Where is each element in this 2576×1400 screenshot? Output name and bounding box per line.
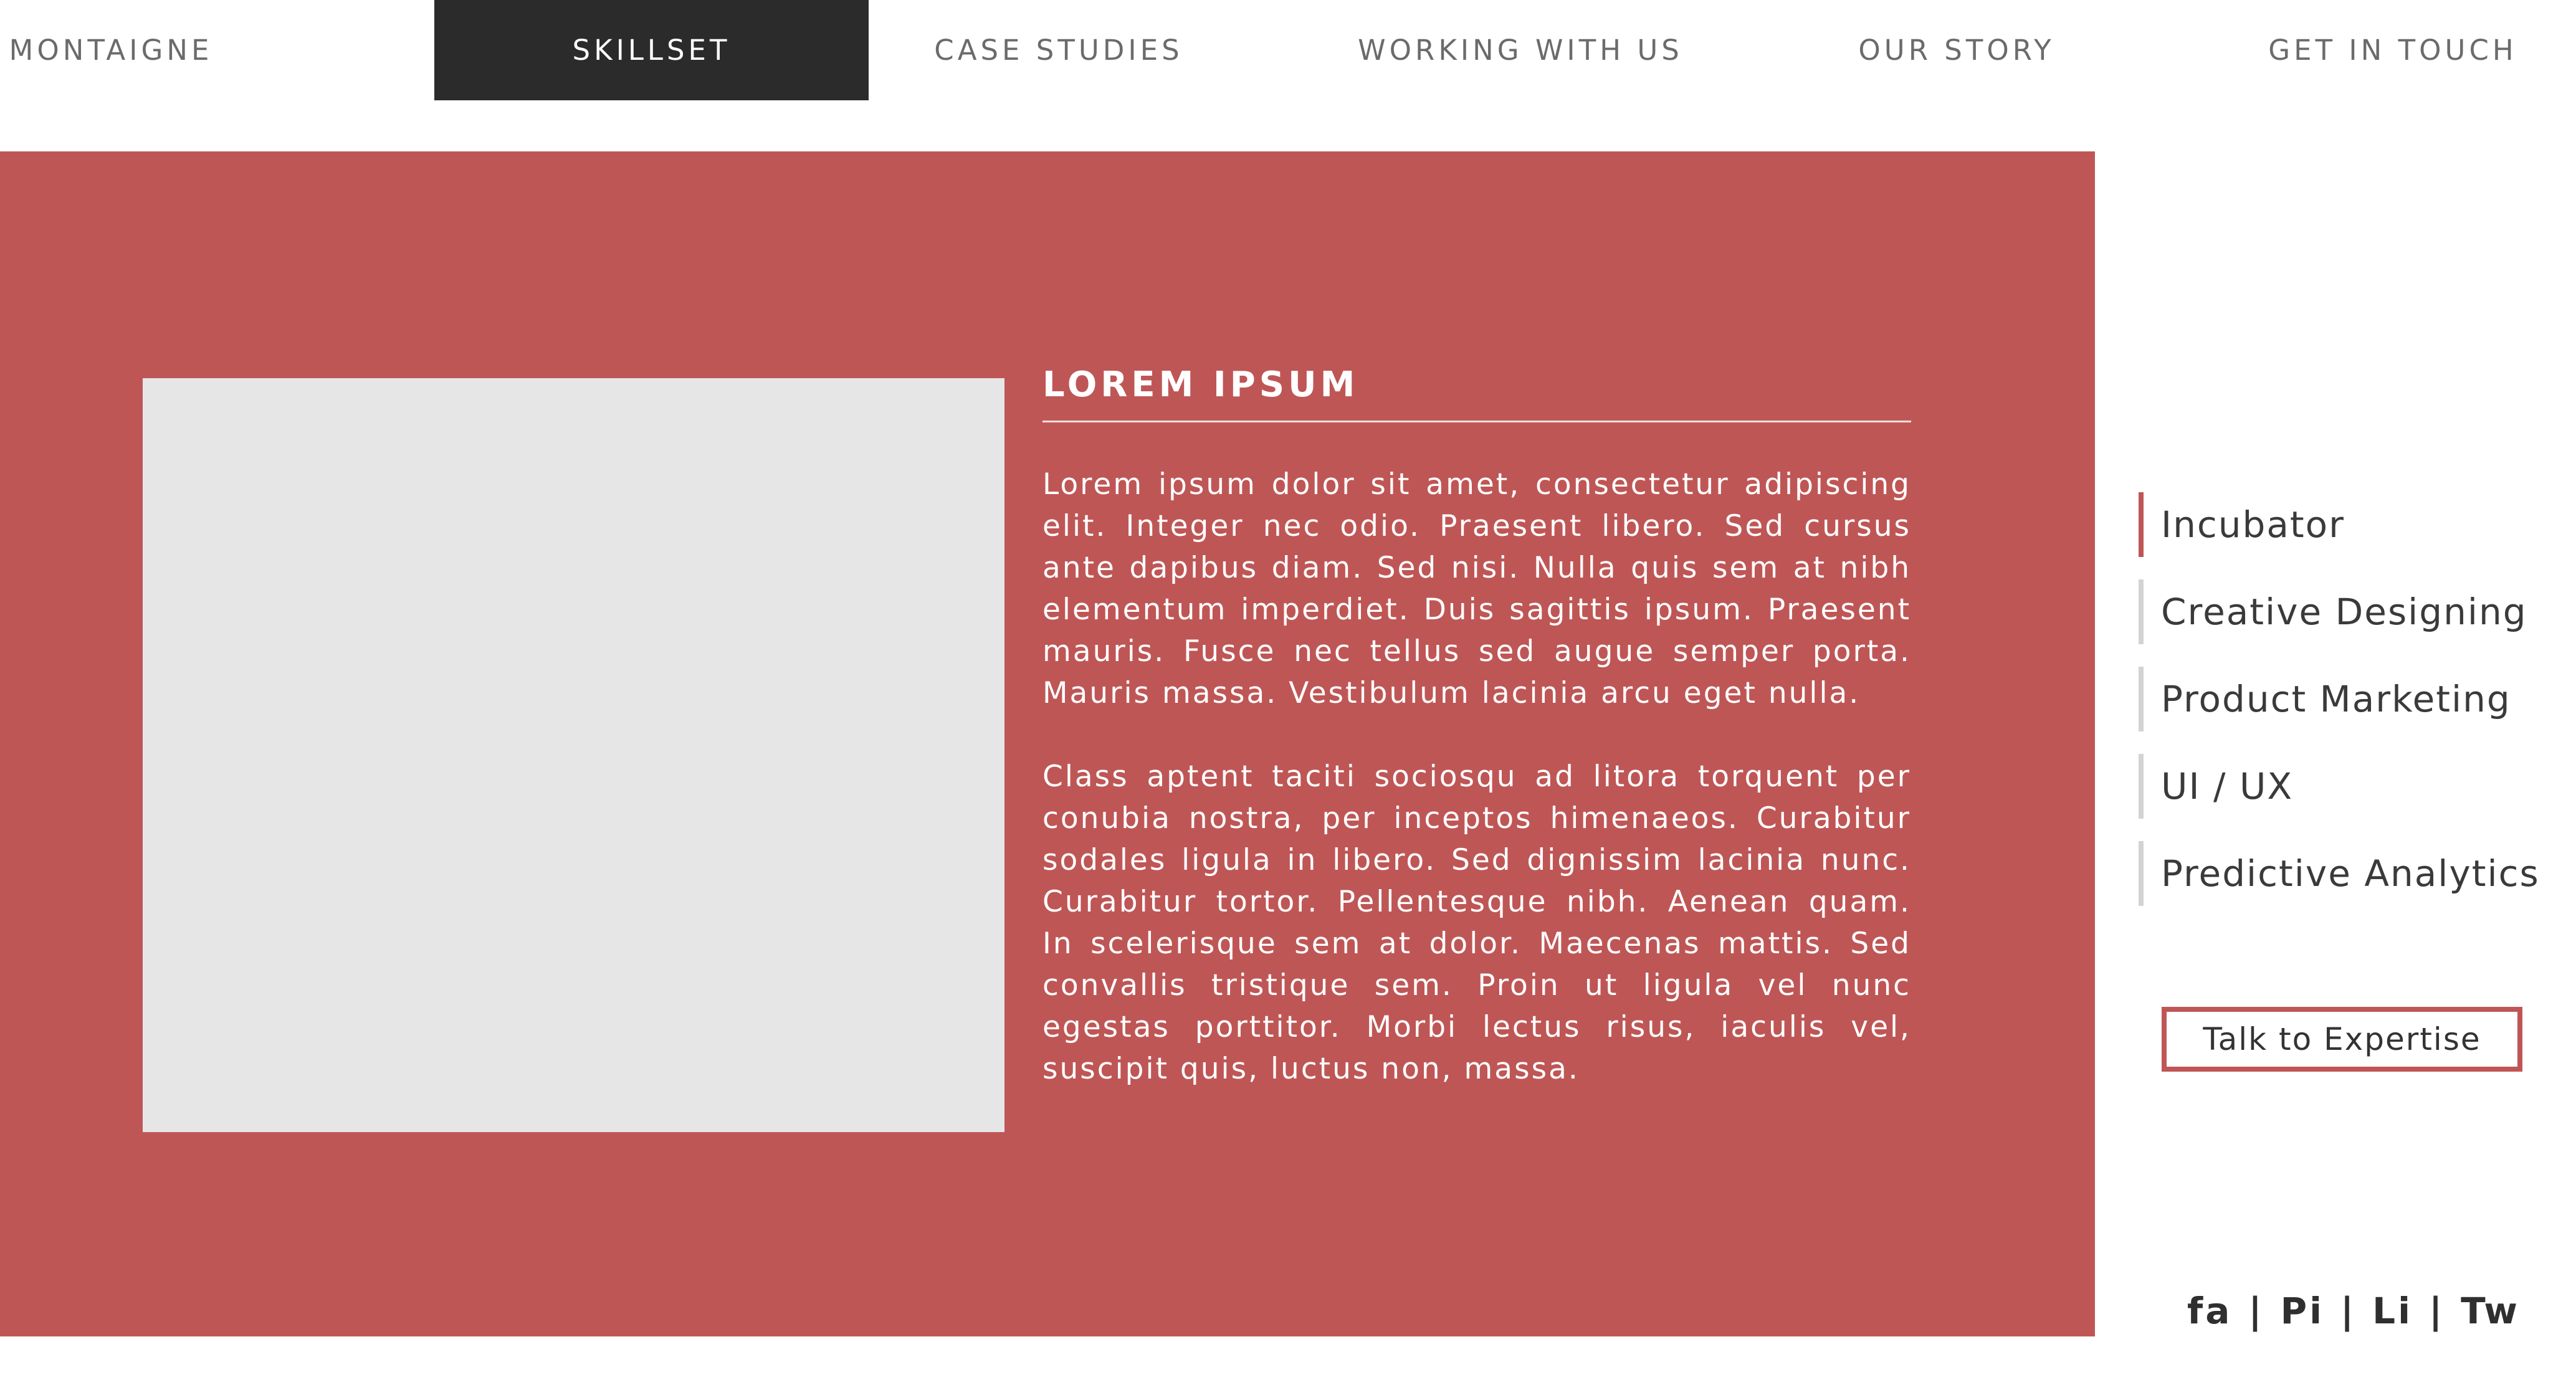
social-links: fa | Pi | Li | Tw: [2187, 1290, 2520, 1332]
separator: |: [2340, 1290, 2357, 1332]
pinterest-link[interactable]: Pi: [2281, 1290, 2324, 1332]
title-divider: [1042, 421, 1911, 422]
twitter-link[interactable]: Tw: [2461, 1290, 2520, 1332]
talk-to-expertise-button[interactable]: Talk to Expertise: [2162, 1007, 2522, 1072]
nav-item-our-story[interactable]: OUR STORY: [1795, 0, 2119, 100]
top-nav: MONTAIGNE SKILLSET CASE STUDIES WORKING …: [0, 0, 2576, 100]
hero-content: LOREM IPSUM Lorem ipsum dolor sit amet, …: [1042, 363, 1911, 1090]
skill-item-predictive-analytics[interactable]: Predictive Analytics: [2139, 841, 2539, 906]
separator: |: [2428, 1290, 2445, 1332]
nav-item-case-studies[interactable]: CASE STUDIES: [869, 0, 1249, 100]
skill-item-product-marketing[interactable]: Product Marketing: [2139, 667, 2537, 731]
hero-paragraph: Class aptent taciti sociosqu ad litora t…: [1042, 760, 1911, 1086]
skill-item-ui-ux[interactable]: UI / UX: [2139, 754, 2537, 819]
facebook-link[interactable]: fa: [2187, 1290, 2232, 1332]
hero-panel: LOREM IPSUM Lorem ipsum dolor sit amet, …: [0, 151, 2095, 1336]
nav-item-montaigne[interactable]: MONTAIGNE: [0, 0, 222, 100]
linkedin-link[interactable]: Li: [2372, 1290, 2413, 1332]
nav-item-skillset[interactable]: SKILLSET: [434, 0, 869, 100]
page: MONTAIGNE SKILLSET CASE STUDIES WORKING …: [0, 0, 2576, 1400]
hero-paragraph: Lorem ipsum dolor sit amet, consectetur …: [1042, 467, 1911, 710]
hero-title: LOREM IPSUM: [1042, 364, 1359, 405]
nav-item-working-with-us[interactable]: WORKING WITH US: [1333, 0, 1707, 100]
skill-item-creative-designing[interactable]: Creative Designing: [2139, 579, 2537, 644]
skill-item-incubator[interactable]: Incubator: [2139, 492, 2537, 557]
nav-item-get-in-touch[interactable]: GET IN TOUCH: [2231, 0, 2555, 100]
separator: |: [2248, 1290, 2264, 1332]
image-placeholder: [143, 378, 1004, 1132]
